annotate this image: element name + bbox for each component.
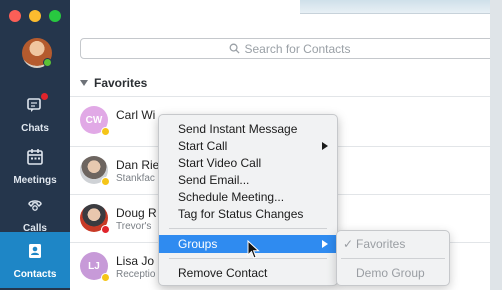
menu-item-label: Start Call [178,139,228,153]
contact-subtitle: Trevor's [116,221,152,232]
menu-separator [341,258,445,259]
groups-submenu: ✓ Favorites Demo Group [336,230,450,286]
menu-item-label: Groups [178,237,218,251]
submenu-arrow-icon [322,240,328,248]
menu-item-start-video-call[interactable]: Start Video Call [159,154,337,172]
menu-item-schedule-meeting[interactable]: Schedule Meeting... [159,188,337,206]
menu-item-send-email[interactable]: Send Email... [159,171,337,189]
contact-name: Doug R [116,206,157,220]
submenu-item-favorites[interactable]: ✓ Favorites [337,235,449,253]
phone-icon [28,200,42,211]
mouse-pointer-icon [247,240,260,259]
presence-indicator [101,225,110,234]
minimize-window-button[interactable] [29,10,41,22]
submenu-item-demo-group[interactable]: Demo Group [337,264,449,282]
nav-calls[interactable]: Calls [0,192,70,234]
presence-indicator [101,177,110,186]
nav-chats[interactable]: Chats [0,88,70,144]
search-icon [230,43,241,54]
contacts-icon [29,244,41,258]
my-presence-indicator [43,58,52,67]
nav-label-meetings: Meetings [13,175,57,186]
menu-item-send-instant-message[interactable]: Send Instant Message [159,120,337,138]
sidebar: Chats Meetings Calls Contacts [0,0,70,290]
divider [70,96,490,97]
nav-contacts[interactable]: Contacts [0,232,70,288]
nav-meetings[interactable]: Meetings [0,140,70,196]
presence-indicator [101,127,110,136]
contact-name: Carl Wi [116,108,156,122]
presence-indicator [101,273,110,282]
calendar-icon [27,149,43,165]
contact-context-menu: Send Instant Message Start Call Start Vi… [158,114,338,286]
submenu-arrow-icon [322,142,328,150]
menu-item-remove-contact[interactable]: Remove Contact [159,264,337,282]
disclosure-triangle-icon[interactable] [80,80,88,86]
menu-item-tag-status-changes[interactable]: Tag for Status Changes [159,205,337,223]
unread-badge [41,93,48,100]
contact-name: Lisa Jo [116,254,155,268]
background-window-strip [300,0,490,14]
search-placeholder: Search for Contacts [244,41,351,56]
zoom-window-button[interactable] [49,10,61,22]
close-window-button[interactable] [9,10,21,22]
menu-item-start-call[interactable]: Start Call [159,137,337,155]
contact-subtitle: Stankfac [116,173,155,184]
nav-label-contacts: Contacts [13,269,57,280]
favorites-group-header[interactable]: Favorites [80,76,147,90]
submenu-item-label: Demo Group [356,266,425,280]
search-input[interactable]: Search for Contacts [80,38,490,59]
checkmark-icon: ✓ [343,237,354,251]
nav-label-chats: Chats [21,123,49,134]
desktop-background [490,0,502,290]
contact-subtitle: Receptio [116,269,156,280]
contact-name: Dan Rie [116,158,160,172]
submenu-item-label: Favorites [356,237,406,251]
menu-separator [169,228,327,229]
favorites-title: Favorites [94,76,148,90]
